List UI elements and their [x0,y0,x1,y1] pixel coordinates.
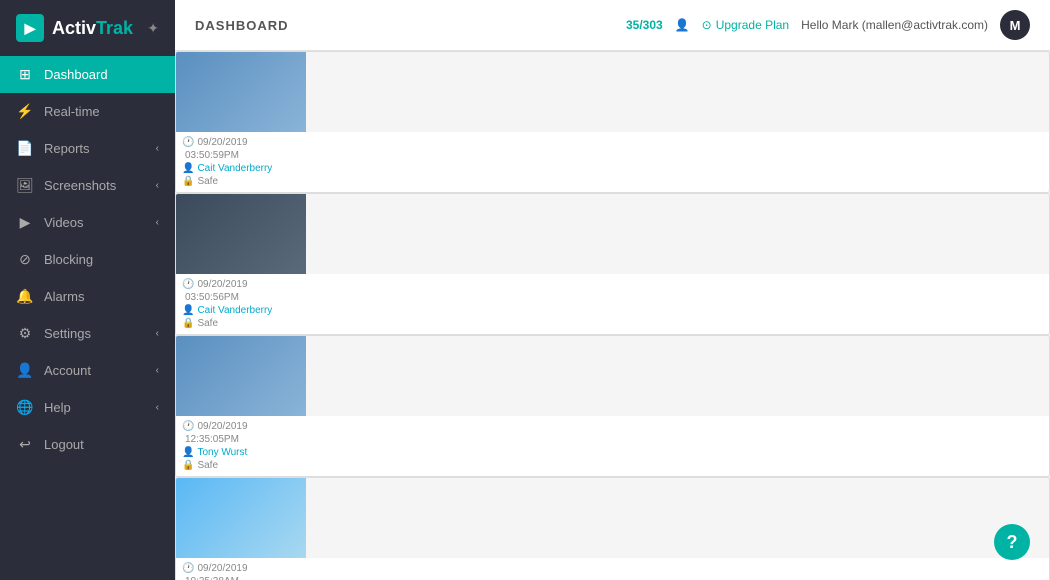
sidebar-item-blocking[interactable]: ⊘ Blocking [0,241,175,278]
nav-icon-real-time: ⚡ [16,103,34,120]
screenshot-info: 🕐09/20/2019 12:35:05PM 👤Tony Wurst 🔒Safe [176,416,1049,476]
sidebar-item-account[interactable]: 👤 Account ‹ [0,352,175,389]
screenshot-time2: 10:35:38AM [182,576,1043,580]
nav-label: Alarms [44,289,84,304]
screenshot-info: 🕐09/20/2019 10:35:38AM 👤Stephen Yougas 🔒… [176,558,1049,580]
nav-label: Logout [44,437,84,452]
page-title: DASHBOARD [195,18,289,33]
screenshot-card[interactable]: 🕐09/20/2019 12:35:05PM 👤Tony Wurst 🔒Safe [175,335,1050,477]
sidebar-nav: ⊞ Dashboard ⚡ Real-time 📄 Reports ‹ 🖼 Sc… [0,56,175,580]
nav-label: Reports [44,141,90,156]
nav-arrow-icon: ‹ [156,328,159,339]
nav-label: Videos [44,215,84,230]
screenshot-thumbnail [176,478,306,558]
nav-arrow-icon: ‹ [156,365,159,376]
nav-icon-alarms: 🔔 [16,288,34,305]
screenshot-timestamp: 🕐09/20/2019 [182,563,1043,574]
sidebar-item-videos[interactable]: ▶ Videos ‹ [0,204,175,241]
nav-icon-settings: ⚙ [16,325,34,342]
nav-icon-videos: ▶ [16,214,34,231]
favorite-icon[interactable]: ✦ [147,20,159,37]
sidebar-item-help[interactable]: 🌐 Help ‹ [0,389,175,426]
screenshot-info: 🕐09/20/2019 03:50:56PM 👤Cait Vanderberry… [176,274,1049,334]
screenshot-user: 👤Cait Vanderberry [182,163,1043,174]
sidebar-item-alarms[interactable]: 🔔 Alarms [0,278,175,315]
nav-label: Dashboard [44,67,108,82]
sidebar-item-screenshots[interactable]: 🖼 Screenshots ‹ [0,167,175,204]
nav-arrow-icon: ‹ [156,402,159,413]
nav-icon-help: 🌐 [16,399,34,416]
nav-arrow-icon: ‹ [156,143,159,154]
nav-icon-dashboard: ⊞ [16,66,34,83]
screenshot-status: 🔒Safe [182,460,1043,471]
sidebar: ▶ ActivTrak ✦ ⊞ Dashboard ⚡ Real-time 📄 … [0,0,175,580]
nav-icon-account: 👤 [16,362,34,379]
nav-icon-screenshots: 🖼 [16,177,34,194]
screenshot-timestamp: 🕐09/20/2019 [182,279,1043,290]
nav-arrow-icon: ‹ [156,180,159,191]
nav-icon-logout: ↩ [16,436,34,453]
nav-label: Account [44,363,91,378]
screenshot-card[interactable]: 🕐09/20/2019 10:35:38AM 👤Stephen Yougas 🔒… [175,477,1050,580]
sidebar-item-logout[interactable]: ↩ Logout [0,426,175,463]
nav-icon-blocking: ⊘ [16,251,34,268]
screenshot-thumbnail [176,336,306,416]
sidebar-item-real-time[interactable]: ⚡ Real-time [0,93,175,130]
screenshot-card[interactable]: 🕐09/20/2019 03:50:56PM 👤Cait Vanderberry… [175,193,1050,335]
nav-label: Settings [44,326,91,341]
screenshot-time2: 03:50:59PM [182,150,1043,161]
upgrade-icon: ⊙ [702,18,712,32]
screenshots-strip: 🕐09/20/2019 03:50:59PM 👤Cait Vanderberry… [175,51,1050,580]
nav-icon-reports: 📄 [16,140,34,157]
logo-text: ActivTrak [52,18,133,39]
nav-label: Help [44,400,71,415]
main-content: DASHBOARD 35/303 👤 ⊙ Upgrade Plan Hello … [175,0,1050,580]
help-button[interactable]: ? [994,524,1030,560]
screenshot-timestamp: 🕐09/20/2019 [182,421,1043,432]
screenshot-timestamp: 🕐09/20/2019 [182,137,1043,148]
user-count: 35/303 [626,18,663,32]
logo: ▶ ActivTrak ✦ [0,0,175,56]
screenshot-thumbnail [176,52,306,132]
sidebar-item-settings[interactable]: ⚙ Settings ‹ [0,315,175,352]
screenshot-card[interactable]: 🕐09/20/2019 03:50:59PM 👤Cait Vanderberry… [175,51,1050,193]
screenshot-time2: 03:50:56PM [182,292,1043,303]
screenshot-time2: 12:35:05PM [182,434,1043,445]
logo-icon: ▶ [16,14,44,42]
sidebar-item-dashboard[interactable]: ⊞ Dashboard [0,56,175,93]
greeting: Hello Mark (mallen@activtrak.com) [801,18,988,32]
nav-arrow-icon: ‹ [156,217,159,228]
sidebar-item-reports[interactable]: 📄 Reports ‹ [0,130,175,167]
screenshot-thumbnail [176,194,306,274]
nav-label: Real-time [44,104,100,119]
screenshot-user: 👤Tony Wurst [182,447,1043,458]
screenshot-status: 🔒Safe [182,318,1043,329]
screenshot-status: 🔒Safe [182,176,1043,187]
screenshot-user: 👤Cait Vanderberry [182,305,1043,316]
nav-label: Screenshots [44,178,116,193]
nav-label: Blocking [44,252,93,267]
screenshot-info: 🕐09/20/2019 03:50:59PM 👤Cait Vanderberry… [176,132,1049,192]
upgrade-plan-link[interactable]: ⊙ Upgrade Plan [702,18,789,32]
topbar-right: 35/303 👤 ⊙ Upgrade Plan Hello Mark (mall… [626,10,1030,40]
user-icon: 👤 [675,18,690,32]
topbar: DASHBOARD 35/303 👤 ⊙ Upgrade Plan Hello … [175,0,1050,51]
user-avatar[interactable]: M [1000,10,1030,40]
